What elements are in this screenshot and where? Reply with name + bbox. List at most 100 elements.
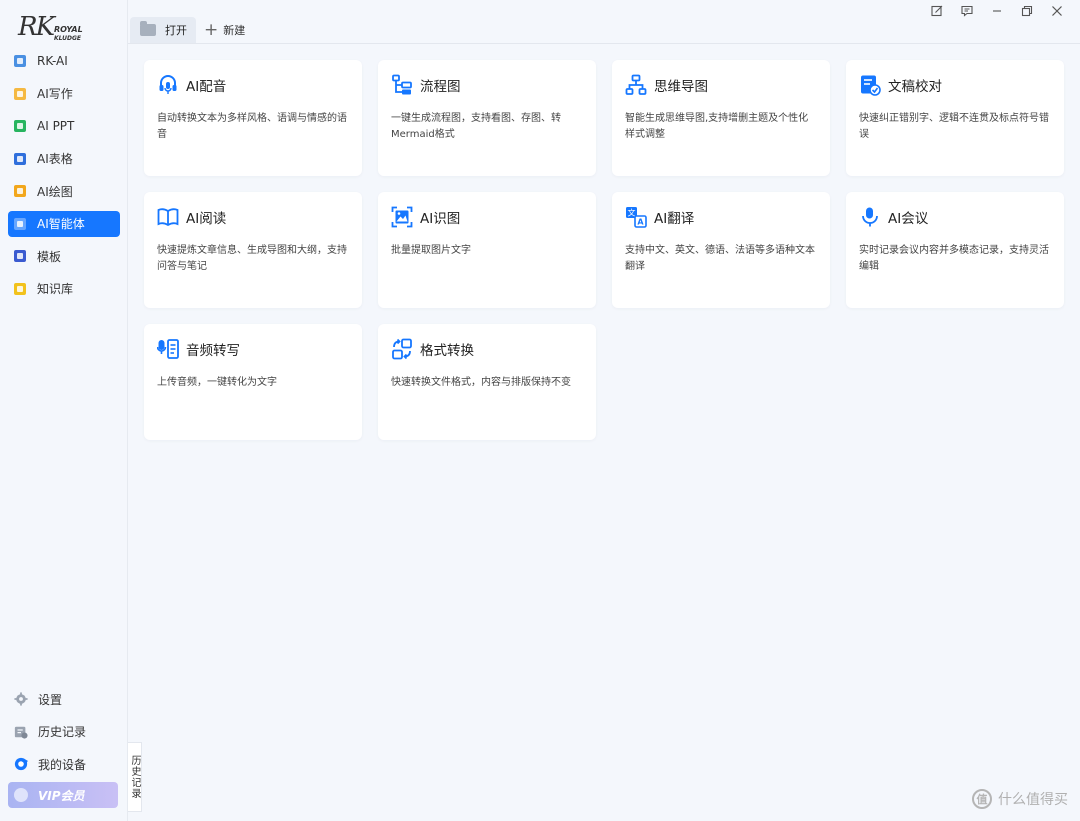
card-description: 支持中文、英文、德语、法语等多语种文本翻译: [625, 245, 815, 272]
card-format-conversion[interactable]: 格式转换 快速转换文件格式，内容与排版保持不变: [378, 324, 596, 440]
brand-logo: RK ROYAL KLUDGE: [18, 12, 98, 46]
watermark: 值 什么值得买: [972, 789, 1068, 809]
close-icon: [1052, 6, 1062, 16]
sidebar-item-label: AI表格: [37, 152, 73, 166]
card-description: 一键生成流程图，支持看图、存图、转Mermaid格式: [391, 113, 561, 140]
restore-button[interactable]: [1012, 2, 1042, 20]
sidebar: RK ROYAL KLUDGE RK-AI AI写作 AI PPT AI表格 A…: [0, 0, 128, 821]
vip-membership-button[interactable]: VIP会员: [8, 782, 118, 808]
agent-icon: [14, 217, 26, 230]
edit-button[interactable]: [922, 2, 952, 20]
svg-text:文: 文: [628, 208, 636, 218]
tool-card-grid: AI配音 自动转换文本为多样风格、语调与情感的语音 流程图 一键生成流程图，支持…: [144, 60, 1064, 440]
sidebar-item-ai-ppt[interactable]: AI PPT: [8, 113, 120, 139]
sidebar-item-label: AI智能体: [37, 217, 85, 231]
feedback-button[interactable]: [952, 2, 982, 20]
microphone-icon: [862, 207, 878, 227]
sidebar-item-templates[interactable]: 模板: [8, 243, 120, 269]
svg-text:A: A: [637, 218, 644, 227]
translate-icon: 文A: [626, 207, 647, 228]
restore-icon: [1021, 5, 1033, 17]
sidebar-item-ai-drawing[interactable]: AI绘图: [8, 178, 120, 204]
my-devices-label: 我的设备: [38, 757, 87, 772]
card-title: AI会议: [888, 211, 929, 227]
card-description: 实时记录会议内容并多模态记录，支持灵活编辑: [859, 245, 1049, 272]
feedback-icon: [961, 5, 973, 17]
card-title: AI识图: [420, 211, 461, 227]
card-description: 智能生成思维导图,支持增删主题及个性化样式调整: [625, 113, 809, 140]
settings-label: 设置: [38, 692, 63, 707]
drawing-icon: [14, 185, 26, 197]
sidebar-item-label: AI绘图: [37, 184, 73, 199]
sidebar-item-ai-table[interactable]: AI表格: [8, 146, 120, 172]
card-mind-map[interactable]: 思维导图 智能生成思维导图,支持增删主题及个性化样式调整: [612, 60, 830, 176]
minimize-button[interactable]: [982, 2, 1012, 20]
sidebar-item-rk-ai[interactable]: RK-AI: [8, 48, 120, 74]
history-side-tab-label: 历史记录: [129, 755, 140, 799]
device-icon: [14, 757, 28, 771]
book-icon: [157, 208, 179, 227]
card-description: 快速提炼文章信息、生成导图和大纲，支持问答与笔记: [157, 245, 347, 272]
card-proofreading[interactable]: 文稿校对 快速纠正错别字、逻辑不连贯及标点符号错误: [846, 60, 1064, 176]
window-controls: [922, 2, 1072, 20]
sidebar-item-ai-writing[interactable]: AI写作: [8, 81, 120, 107]
card-ai-meeting[interactable]: AI会议 实时记录会议内容并多模态记录，支持灵活编辑: [846, 192, 1064, 308]
flowchart-icon: [392, 74, 412, 95]
tab-open[interactable]: 打开: [130, 17, 196, 43]
sidebar-item-label: RK-AI: [37, 54, 68, 68]
card-title: 流程图: [420, 79, 461, 95]
knowledge-icon: [14, 282, 26, 295]
edit-icon: [931, 5, 943, 17]
card-title: AI配音: [186, 79, 227, 95]
settings-button[interactable]: 设置: [8, 686, 120, 712]
sidebar-nav: RK-AI AI写作 AI PPT AI表格 AI绘图 AI智能体 模板 知识库: [8, 48, 120, 308]
sidebar-item-label: AI PPT: [37, 119, 75, 133]
logo-line-2: KLUDGE: [54, 35, 82, 42]
new-tab-button[interactable]: + 新建: [204, 21, 245, 39]
card-description: 批量提取图片文字: [391, 245, 471, 256]
card-description: 自动转换文本为多样风格、语调与情感的语音: [157, 113, 347, 140]
logo-mark: RK: [18, 12, 55, 42]
card-title: AI阅读: [186, 211, 227, 227]
history-side-tab[interactable]: 历史记录: [128, 742, 142, 812]
avatar: [14, 788, 28, 802]
template-icon: [14, 250, 26, 262]
card-description: 快速纠正错别字、逻辑不连贯及标点符号错误: [859, 113, 1049, 140]
plus-icon: +: [204, 19, 219, 40]
history-button[interactable]: 历史记录: [8, 719, 120, 745]
table-icon: [14, 152, 26, 165]
close-button[interactable]: [1042, 2, 1072, 20]
card-description: 上传音频，一键转化为文字: [157, 377, 277, 388]
watermark-text: 什么值得买: [998, 792, 1068, 808]
sidebar-bottom-nav: 设置 历史记录 我的设备: [8, 686, 120, 784]
card-title: 格式转换: [420, 343, 474, 359]
card-description: 快速转换文件格式，内容与排版保持不变: [391, 377, 571, 388]
my-devices-button[interactable]: 我的设备: [8, 751, 120, 777]
new-tab-label: 新建: [223, 24, 246, 37]
card-ai-reading[interactable]: AI阅读 快速提炼文章信息、生成导图和大纲，支持问答与笔记: [144, 192, 362, 308]
card-audio-transcription[interactable]: 音频转写 上传音频，一键转化为文字: [144, 324, 362, 440]
card-title: 思维导图: [654, 79, 708, 95]
card-title: 文稿校对: [888, 79, 942, 95]
proofread-icon: [861, 75, 881, 96]
sidebar-item-knowledge-base[interactable]: 知识库: [8, 276, 120, 302]
sidebar-item-ai-agent[interactable]: AI智能体: [8, 210, 120, 237]
top-bar: 打开 + 新建: [128, 0, 1080, 44]
audio-transcribe-icon: [157, 339, 179, 359]
writing-icon: [14, 87, 26, 100]
card-ai-voiceover[interactable]: AI配音 自动转换文本为多样风格、语调与情感的语音: [144, 60, 362, 176]
logo-line-1: ROYAL: [54, 25, 83, 34]
card-ai-translation[interactable]: 文A AI翻译 支持中文、英文、德语、法语等多语种文本翻译: [612, 192, 830, 308]
folder-icon: [140, 21, 156, 36]
history-label: 历史记录: [38, 725, 87, 739]
card-title: AI翻译: [654, 211, 695, 227]
minimize-icon: [993, 10, 1001, 12]
card-ai-image-recognition[interactable]: AI识图 批量提取图片文字: [378, 192, 596, 308]
tab-open-label: 打开: [165, 24, 187, 37]
sidebar-item-label: AI写作: [37, 87, 73, 101]
image-recognition-icon: [391, 206, 413, 228]
ppt-icon: [14, 120, 26, 132]
card-flowchart[interactable]: 流程图 一键生成流程图，支持看图、存图、转Mermaid格式: [378, 60, 596, 176]
card-title: 音频转写: [186, 343, 240, 359]
rk-ai-icon: [14, 55, 26, 67]
